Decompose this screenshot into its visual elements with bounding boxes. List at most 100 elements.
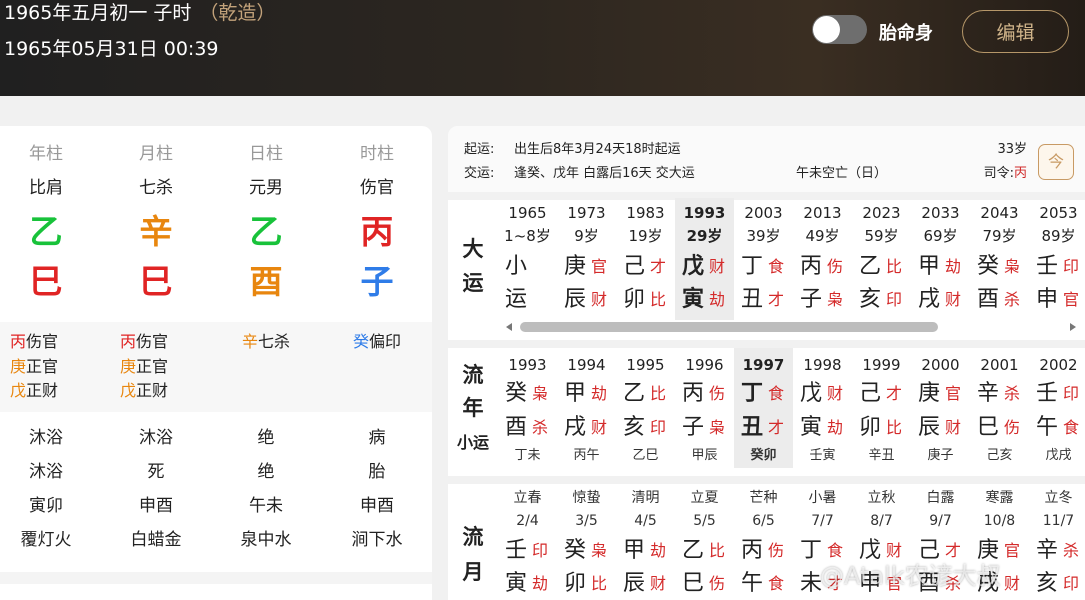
liuyue-stem-god: 比 <box>709 541 726 560</box>
liuyue-column[interactable]: 清明 4/5 甲劫辰财 <box>616 484 675 600</box>
liunian-year: 1996 <box>685 356 724 374</box>
liunian-column[interactable]: 1996 丙伤子枭甲辰 <box>675 348 734 468</box>
liuyue-stem-char: 癸 <box>564 538 587 563</box>
dayun-column[interactable]: 2033 69岁甲劫戌财 <box>911 198 970 320</box>
liuyue-column[interactable]: 立冬 11/7 辛杀亥印 <box>1029 484 1085 600</box>
liuyue-stem-char: 甲 <box>623 538 646 563</box>
heavenly-stem: 辛 <box>139 212 173 251</box>
liunian-branch-god: 才 <box>768 418 785 437</box>
dayun-age: 59岁 <box>864 227 899 245</box>
liunian-stem-char: 癸 <box>505 381 528 406</box>
dayun-column[interactable]: 2013 49岁丙伤子枭 <box>793 198 852 320</box>
liuyue-column[interactable]: 立春 2/4 壬印寅劫 <box>498 484 557 600</box>
liunian-column[interactable]: 2000 庚官辰财庚子 <box>911 348 970 468</box>
liuyue-column[interactable]: 立夏 5/5 乙比巳伤 <box>675 484 734 600</box>
hidden-stem: 庚 <box>10 356 27 376</box>
hidden-stem-god: 偏印 <box>369 332 402 351</box>
dayun-column[interactable]: 1965 1~8岁小运 <box>498 198 557 320</box>
dayun-column[interactable]: 2003 39岁丁食丑才 <box>734 198 793 320</box>
solar-term-date: 6/5 <box>752 513 775 529</box>
liunian-branch-cell: 寅劫 <box>793 412 852 444</box>
solar-term-date: 5/5 <box>693 513 716 529</box>
dayun-stem-char: 丙 <box>800 254 823 279</box>
liunian-stem-char: 甲 <box>564 381 587 406</box>
liunian-year: 1998 <box>803 356 842 374</box>
xingyun-cell: 绝 <box>257 428 275 448</box>
xiaoyun: 壬寅 <box>809 448 836 463</box>
liunian-year: 1995 <box>626 356 665 374</box>
pillar-label: 时柱 <box>360 144 394 164</box>
hidden-stem-row: 癸偏印 <box>322 330 432 355</box>
liuyue-branch-char: 未 <box>800 571 823 596</box>
dayun-column[interactable]: 2043 79岁癸枭酉杀 <box>970 198 1029 320</box>
dayun-stem-char: 庚 <box>564 254 587 279</box>
liuyue-stem-god: 枭 <box>591 541 608 560</box>
hidden-stem-row: 庚正官 <box>120 355 211 380</box>
solar-term-date: 3/5 <box>575 513 598 529</box>
liunian-column[interactable]: 1994 甲劫戌财丙午 <box>557 348 616 468</box>
dayun-stem-char: 癸 <box>977 254 1000 279</box>
dayun-scrollbar[interactable] <box>506 322 1076 332</box>
liunian-branch-god: 印 <box>650 418 667 437</box>
dayun-branch-char: 子 <box>800 287 823 312</box>
dayun-year: 1993 <box>683 204 726 222</box>
liunian-branch-god: 食 <box>1063 418 1080 437</box>
calendar-today-button[interactable]: 今 <box>1038 144 1074 180</box>
liunian-column[interactable]: 1993 癸枭酉杀丁未 <box>498 348 557 468</box>
liuyue-stem-god: 官 <box>1004 541 1021 560</box>
edit-button[interactable]: 编辑 <box>962 10 1069 53</box>
dayun-age: 1~8岁 <box>504 227 551 245</box>
liunian-stem-cell: 辛杀 <box>970 378 1029 410</box>
scroll-right-arrow-icon[interactable] <box>1070 323 1076 331</box>
nayin-cell: 覆灯火 <box>20 530 72 550</box>
taimingshen-toggle[interactable] <box>812 15 867 44</box>
hidden-stem-god: 七杀 <box>258 332 291 351</box>
liunian-column[interactable]: 1998 戊财寅劫壬寅 <box>793 348 852 468</box>
dayun-column[interactable]: 2023 59岁乙比亥印 <box>852 198 911 320</box>
dayun-branch-char: 丑 <box>741 287 764 312</box>
liuyue-stem-char: 壬 <box>505 538 528 563</box>
liunian-column[interactable]: 2001 辛杀巳伤己亥 <box>970 348 1029 468</box>
liuyue-column[interactable]: 惊蛰 3/5 癸枭卯比 <box>557 484 616 600</box>
dayun-column[interactable]: 1973 9岁庚官辰财 <box>557 198 616 320</box>
dayun-branch-god: 比 <box>650 290 667 309</box>
liuyue-stem-cell: 甲劫 <box>616 535 675 567</box>
liuyue-branch-god: 食 <box>768 574 785 593</box>
dayun-branch-god: 官 <box>1063 290 1080 309</box>
scroll-left-arrow-icon[interactable] <box>506 323 512 331</box>
liunian-column[interactable]: 1997 丁食丑才癸卯 <box>734 348 793 468</box>
dayun-age: 9岁 <box>574 227 599 245</box>
dayun-year: 2003 <box>744 204 783 222</box>
section-label: 流 <box>448 360 498 390</box>
dayun-branch-cell: 亥印 <box>852 284 911 316</box>
scrollbar-thumb[interactable] <box>520 322 938 332</box>
hidden-stem-god: 伤官 <box>26 332 59 351</box>
hidden-stem-row: 戊正财 <box>120 379 211 404</box>
zizuo-cell: 绝 <box>257 462 275 482</box>
liunian-branch-char: 丑 <box>741 415 764 440</box>
hidden-stem-row: 辛七杀 <box>211 330 321 355</box>
liunian-stem-char: 辛 <box>977 381 1000 406</box>
dayun-column[interactable]: 1983 19岁己才卯比 <box>616 198 675 320</box>
liunian-branch-cell: 丑才 <box>734 412 793 444</box>
liuyue-stem-god: 伤 <box>768 541 785 560</box>
siling-label: 司令: <box>983 166 1014 181</box>
dayun-year: 2033 <box>921 204 960 222</box>
dayun-column[interactable]: 2053 89岁壬印申官 <box>1029 198 1085 320</box>
liuyue-column[interactable]: 芒种 6/5 丙伤午食 <box>734 484 793 600</box>
liunian-stem-god: 杀 <box>1004 384 1021 403</box>
solar-term-date: 7/7 <box>811 513 834 529</box>
liunian-stem-cell: 己才 <box>852 378 911 410</box>
liunian-column[interactable]: 2002 壬印午食戊戌 <box>1029 348 1085 468</box>
liunian-column[interactable]: 1999 己才卯比辛丑 <box>852 348 911 468</box>
hidden-stem-god: 伤官 <box>136 332 169 351</box>
liuyue-branch-char: 亥 <box>1036 571 1059 596</box>
dayun-branch-char: 申 <box>1036 287 1059 312</box>
siling-value: 丙 <box>1013 166 1027 181</box>
liunian-column[interactable]: 1995 乙比亥印乙巳 <box>616 348 675 468</box>
liuyue-branch-char: 卯 <box>564 571 587 596</box>
dayun-column[interactable]: 1993 29岁戊财寅劫 <box>675 198 734 320</box>
liunian-branch-char: 巳 <box>977 415 1000 440</box>
liunian-year: 2001 <box>980 356 1019 374</box>
zizuo-cell: 沐浴 <box>29 462 63 482</box>
